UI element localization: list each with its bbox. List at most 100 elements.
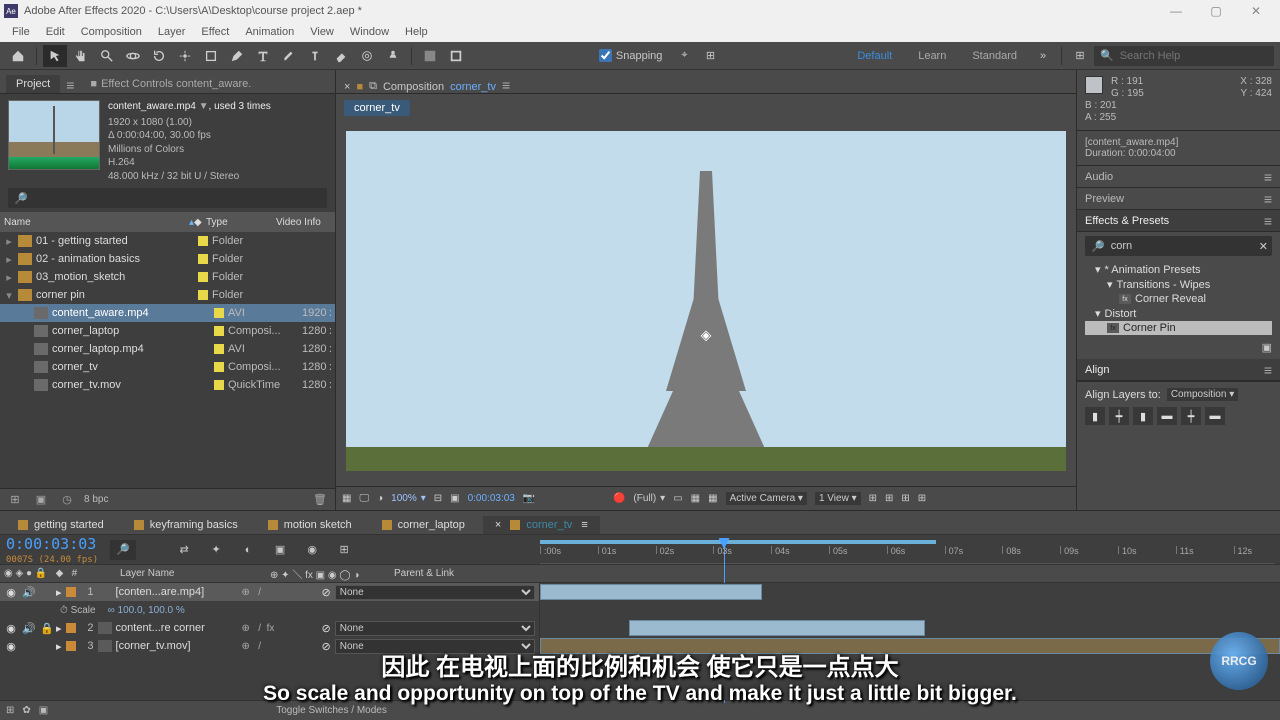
workspace-standard[interactable]: Standard (972, 50, 1017, 62)
clip-dropdown-icon[interactable]: ▼ (199, 101, 209, 112)
comp-flow-icon[interactable]: ⧉ (369, 80, 377, 93)
menu-file[interactable]: File (4, 24, 38, 40)
layer-row[interactable]: ◉▸3[corner_tv.mov]⊕ / ⊘None (0, 637, 539, 655)
timeline-layer-list[interactable]: ◉🔊▸1[conten...are.mp4]⊕ / ⊘None⏱ Scale∞ … (0, 583, 540, 700)
menu-effect[interactable]: Effect (193, 24, 237, 40)
res-icon[interactable]: ⊟ (434, 493, 442, 504)
eraser-tool[interactable] (329, 45, 353, 67)
project-folder-row[interactable]: ▸03_motion_sketchFolder (0, 268, 335, 286)
project-folder-row[interactable]: ▸01 - getting startedFolder (0, 232, 335, 250)
home-button[interactable] (6, 45, 30, 67)
channel-icon[interactable]: ▣ (450, 493, 459, 504)
comp-tab-name[interactable]: corner_tv (450, 81, 496, 93)
minimize-button[interactable]: — (1156, 0, 1196, 22)
pen-tool[interactable] (225, 45, 249, 67)
timeline-tab[interactable]: motion sketch (256, 516, 364, 534)
effects-row[interactable]: fxCorner Reveal (1085, 292, 1272, 306)
align-right-button[interactable]: ▮ (1133, 407, 1153, 425)
selection-tool[interactable] (43, 45, 67, 67)
timeline-tracks[interactable] (540, 583, 1280, 700)
tab-effect-controls[interactable]: ■Effect Controls content_aware. (80, 75, 261, 93)
menu-edit[interactable]: Edit (38, 24, 73, 40)
bpc-label[interactable]: 8 bpc (84, 494, 108, 505)
workspace-default[interactable]: Default (857, 50, 892, 62)
flow-tab-corner-tv[interactable]: corner_tv (344, 100, 410, 116)
close-button[interactable]: ✕ (1236, 0, 1276, 22)
menu-layer[interactable]: Layer (150, 24, 194, 40)
roto-tool[interactable] (355, 45, 379, 67)
project-folder-row[interactable]: ▾corner pinFolder (0, 286, 335, 304)
menu-window[interactable]: Window (342, 24, 397, 40)
align-hcenter-button[interactable]: ┿ (1109, 407, 1129, 425)
color-mgmt-icon[interactable]: 🔴 (613, 493, 625, 504)
layer-bar[interactable] (540, 584, 762, 600)
stroke-swatch[interactable] (444, 45, 468, 67)
brush-tool[interactable] (277, 45, 301, 67)
workspace-learn[interactable]: Learn (918, 50, 946, 62)
panel-dock-icon[interactable]: × (344, 81, 350, 93)
tl-foot-icon2[interactable]: ✿ (22, 705, 30, 716)
menu-help[interactable]: Help (397, 24, 436, 40)
view-opt-icon[interactable]: ⊞ (869, 493, 877, 504)
tl-foot-icon1[interactable]: ⊞ (6, 705, 14, 716)
resolution-dropdown[interactable]: (Full) ▾ (633, 493, 665, 504)
menu-composition[interactable]: Composition (73, 24, 150, 40)
zoom-tool[interactable] (95, 45, 119, 67)
timeline-search[interactable]: 🔎 (110, 540, 136, 560)
align-left-button[interactable]: ▮ (1085, 407, 1105, 425)
interpret-button[interactable]: ⊞ (6, 492, 24, 508)
preview-panel-header[interactable]: Preview≡ (1077, 188, 1280, 210)
new-comp-button[interactable]: ◷ (58, 492, 76, 508)
help-search-input[interactable] (1120, 50, 1268, 62)
project-folder-row[interactable]: ▸02 - animation basicsFolder (0, 250, 335, 268)
timeline-tab[interactable]: corner_laptop (370, 516, 477, 534)
snapping-toggle[interactable]: Snapping (599, 49, 663, 62)
snap-opt2-icon[interactable]: ⊞ (698, 45, 722, 67)
camera-dropdown[interactable]: Active Camera ▾ (726, 492, 807, 505)
grid-icon[interactable]: ▦ (691, 493, 700, 504)
align-vcenter-button[interactable]: ┿ (1181, 407, 1201, 425)
layer-row[interactable]: ◉🔊▸1[conten...are.mp4]⊕ / ⊘None (0, 583, 539, 601)
always-preview-icon[interactable]: ▦ (342, 493, 351, 504)
align-bottom-button[interactable]: ▬ (1205, 407, 1225, 425)
shy-icon[interactable]: ✦ (204, 539, 228, 561)
effects-row[interactable]: ▾Transitions - Wipes (1085, 277, 1272, 292)
project-file-row[interactable]: corner_tv.movQuickTime1280 x 7 (0, 376, 335, 394)
project-file-row[interactable]: corner_tvComposi...1280 x 7 (0, 358, 335, 376)
effects-row[interactable]: ▾Distort (1085, 306, 1272, 321)
align-panel-header[interactable]: Align≡ (1077, 359, 1280, 381)
views-dropdown[interactable]: 1 View ▾ (815, 492, 861, 505)
layer-bar[interactable] (629, 620, 925, 636)
shape-tool[interactable] (199, 45, 223, 67)
project-tree[interactable]: ▸01 - getting startedFolder▸02 - animati… (0, 232, 335, 488)
effects-search-input[interactable] (1111, 240, 1253, 252)
graph-editor-icon[interactable]: ⊞ (332, 539, 356, 561)
new-folder-button[interactable]: ▣ (32, 492, 50, 508)
tab-project[interactable]: Project (6, 75, 60, 93)
audio-panel-header[interactable]: Audio≡ (1077, 166, 1280, 188)
composition-viewer[interactable]: ◈ (336, 116, 1076, 486)
effects-tree[interactable]: ▾* Animation Presets▾Transitions - Wipes… (1077, 260, 1280, 341)
fill-swatch[interactable] (418, 45, 442, 67)
timeline-tab[interactable]: × corner_tv ≡ (483, 516, 600, 534)
toolbar-overflow-icon[interactable]: ⊞ (1068, 45, 1092, 67)
effects-presets-header[interactable]: Effects & Presets≡ (1077, 210, 1280, 232)
guides-icon[interactable]: ▦ (708, 493, 717, 504)
roi-icon[interactable]: ▭ (673, 493, 682, 504)
align-top-button[interactable]: ▬ (1157, 407, 1177, 425)
comp-mini-flow-icon[interactable]: ⇄ (172, 539, 196, 561)
view-opt2-icon[interactable]: ⊞ (885, 493, 893, 504)
project-search[interactable]: 🔎 (8, 188, 327, 208)
align-target-dropdown[interactable]: Composition ▾ (1167, 388, 1238, 401)
effects-row[interactable]: ▾* Animation Presets (1085, 262, 1272, 277)
view-opt3-icon[interactable]: ⊞ (901, 493, 909, 504)
draft3d-icon[interactable]: ◐ (236, 539, 260, 561)
motion-blur-icon[interactable]: ◉ (300, 539, 324, 561)
toggle-switches-button[interactable]: Toggle Switches / Modes (276, 705, 387, 716)
effects-search[interactable]: 🔎 ✕ (1085, 236, 1272, 256)
zoom-dropdown[interactable]: 100% ▾ (391, 493, 426, 504)
layer-property-row[interactable]: ⏱ Scale∞ 100.0, 100.0 % (0, 601, 539, 619)
anchor-tool[interactable] (173, 45, 197, 67)
timeline-tab[interactable]: keyframing basics (122, 516, 250, 534)
hand-tool[interactable] (69, 45, 93, 67)
